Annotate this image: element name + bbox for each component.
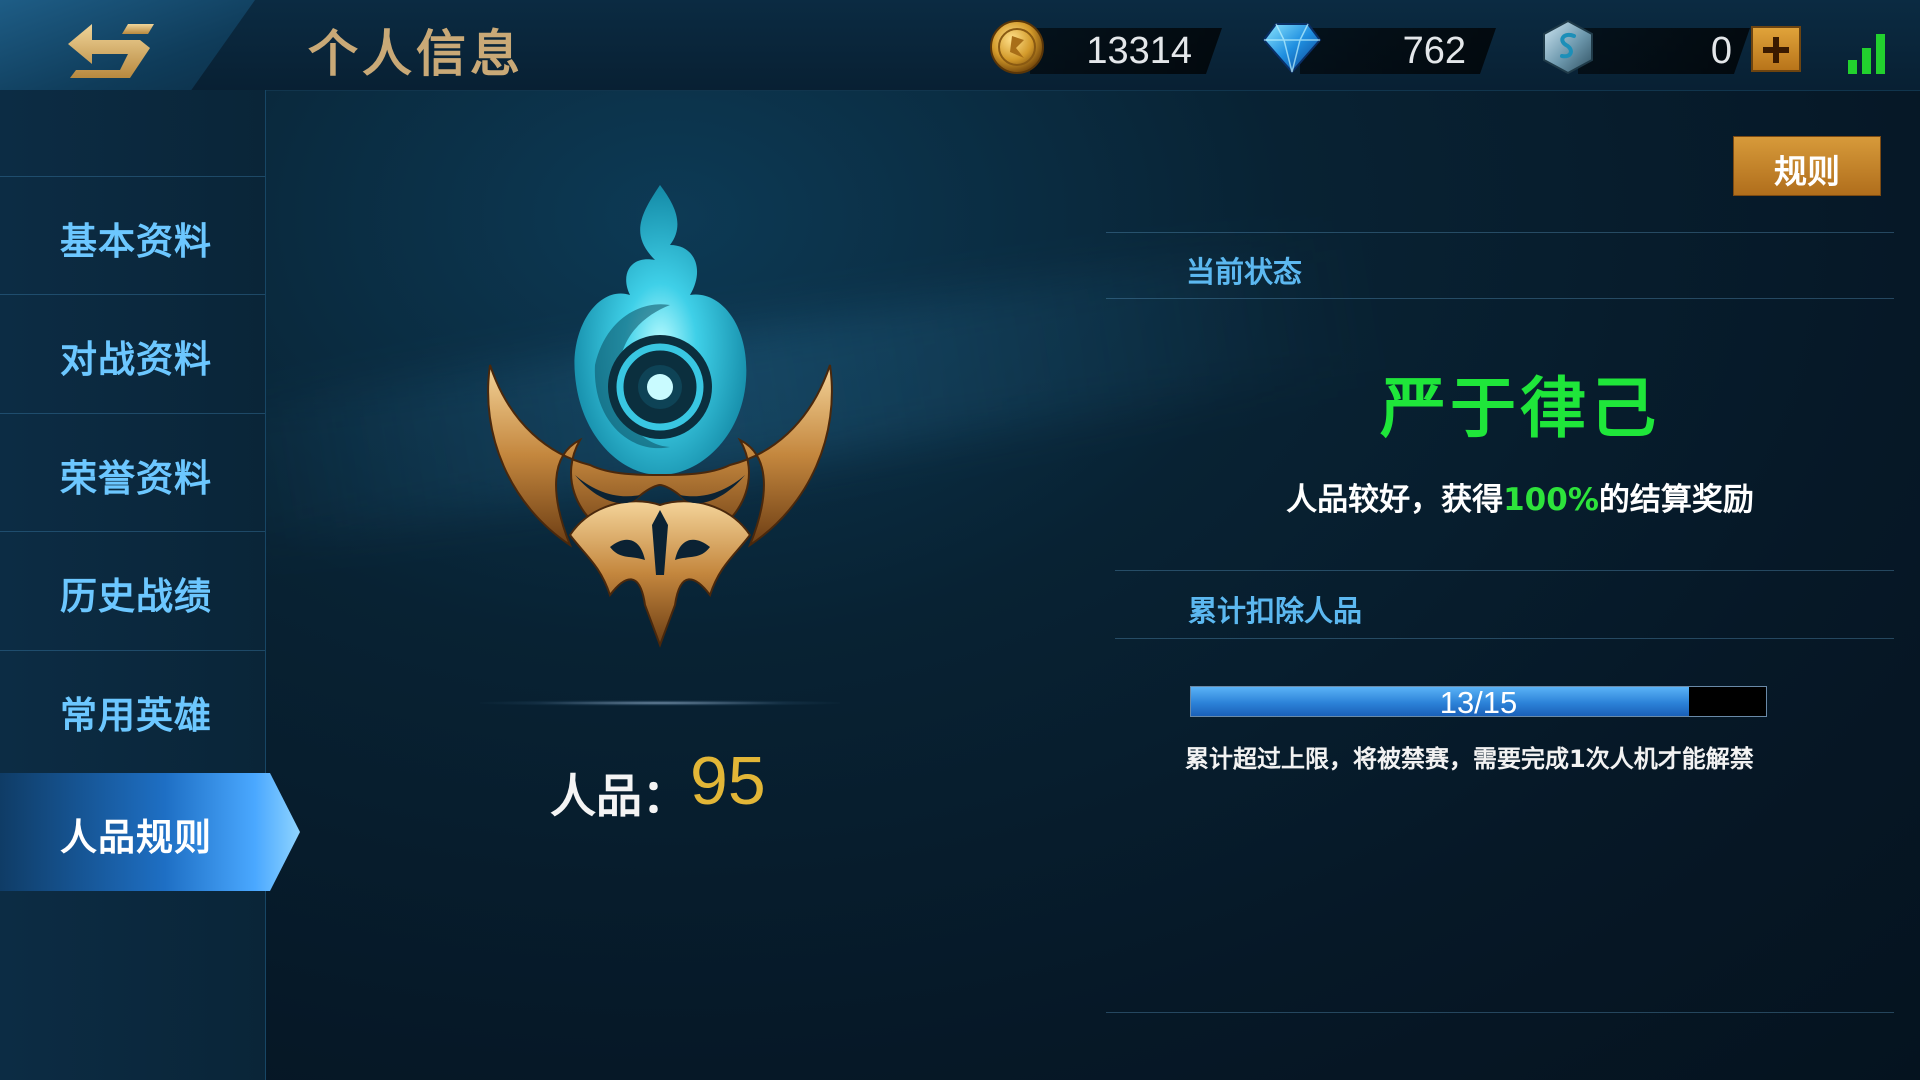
voucher-value: 0 [1710,30,1732,72]
sidebar-item-label: 对战资料 [60,338,212,381]
sidebar-item-credit-rules[interactable]: 人品规则 [0,773,300,891]
voucher-coin-icon [1543,19,1593,75]
deduction-progress-bar: 13/15 [1190,685,1767,720]
diamond-value: 762 [1402,30,1466,72]
back-arrow-icon [68,24,154,78]
sidebar-item-label: 人品规则 [60,816,212,859]
sidebar-item-match-history[interactable]: 历史战绩 [0,531,265,650]
diamond-icon [1262,23,1322,74]
rules-button[interactable]: 规则 [1733,136,1881,196]
credit-emblem-icon [487,185,833,648]
gold-value: 13314 [1086,30,1192,72]
page-title: 个人信息 [308,25,524,83]
divider [1106,298,1894,299]
signal-strength-icon [1848,30,1898,74]
sidebar-item-label: 常用英雄 [60,694,212,737]
diamond-counter: 762 [1300,28,1496,74]
sidebar-item-common-heroes[interactable]: 常用英雄 [0,650,265,769]
deduction-heading: 累计扣除人品 [1188,594,1363,628]
divider [1106,1012,1894,1013]
sidebar-item-basic-info[interactable]: 基本资料 [0,176,265,295]
divider [1115,638,1894,639]
voucher-counter: 0 [1578,28,1750,74]
add-voucher-button[interactable] [1751,26,1801,72]
gold-coin-icon [990,20,1044,74]
sidebar-item-battle-info[interactable]: 对战资料 [0,294,265,413]
deduction-note: 累计超过上限，将被禁赛，需要完成1次人机才能解禁 [1185,745,1754,773]
status-title: 严于律己 [1380,370,1660,447]
deduction-progress-text: 13/15 [1439,685,1518,720]
top-bar: 个人信息 13314 762 0 [0,0,1920,106]
emblem-divider [480,700,840,706]
status-desc-suffix: 的结算奖励 [1598,482,1754,518]
sidebar-item-honor-info[interactable]: 荣誉资料 [0,413,265,532]
sidebar: 基本资料 对战资料 荣誉资料 历史战绩 常用英雄 [0,90,266,1080]
rules-button-label: 规则 [1774,152,1840,191]
sidebar-item-label: 历史战绩 [60,575,212,618]
credit-label: 人品： [550,769,688,823]
status-desc-prefix: 人品较好，获得 [1286,482,1504,518]
sidebar-item-label: 荣誉资料 [60,457,212,500]
divider [1106,232,1894,233]
gold-counter: 13314 [1030,28,1222,74]
credit-value: 95 [690,743,766,819]
status-desc-percent: 100% [1503,482,1599,518]
divider [1115,570,1894,571]
sidebar-item-label: 基本资料 [60,220,212,263]
status-description: 人品较好，获得100%的结算奖励 [1200,474,1840,519]
current-status-heading: 当前状态 [1186,255,1303,289]
